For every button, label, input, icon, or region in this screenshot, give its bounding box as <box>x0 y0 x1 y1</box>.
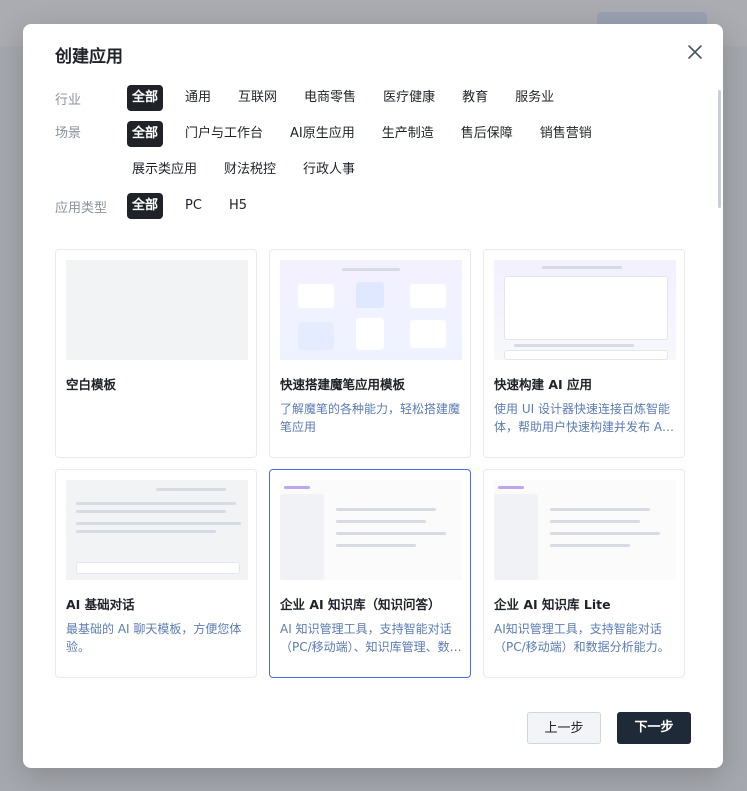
scene-filter: 场景 全部 门户与工作台 AI原生应用 生产制造 售后保障 销售营销展示类应用 财法税控 行政… <box>55 121 687 183</box>
template-thumbnail <box>494 260 676 360</box>
industry-chip-4[interactable]: 医疗健康 <box>378 85 440 111</box>
template-desc: AI 知识管理工具，支持智能对话（PC/移动端）、知识库管理、数据分析 <box>280 622 462 654</box>
scene-chip-5[interactable]: 销售营销 <box>535 121 597 147</box>
template-title: 空白模板 <box>66 377 117 392</box>
scene-chip-4[interactable]: 售后保障 <box>456 121 518 147</box>
industry-chip-5[interactable]: 教育 <box>457 85 493 111</box>
industry-chip-0[interactable]: 全部 <box>127 85 164 111</box>
industry-label: 行业 <box>55 92 82 108</box>
template-card-blank[interactable]: 空白模板 <box>55 249 257 458</box>
scene-chip-3[interactable]: 生产制造 <box>377 121 439 147</box>
app-type-filter: 应用类型 全部 PC H5 <box>55 193 269 219</box>
template-card-kb-qa[interactable]: 企业 AI 知识库（知识问答） AI 知识管理工具，支持智能对话（PC/移动端）… <box>269 469 471 678</box>
template-desc: 使用 UI 设计器快速连接百炼智能体，帮助用户快速构建并发布 AI 应用 <box>494 402 670 434</box>
template-card-mobi-quickstart[interactable]: 快速搭建魔笔应用模板 了解魔笔的各种能力，轻松搭建魔笔应用 <box>269 249 471 458</box>
template-title: AI 基础对话 <box>66 597 135 612</box>
close-icon <box>688 45 702 59</box>
scene-label: 场景 <box>55 126 82 141</box>
scene-chip-0[interactable]: 全部 <box>127 121 164 147</box>
scene-chip-7[interactable]: 财法税控 <box>219 157 281 183</box>
template-title: 企业 AI 知识库 Lite <box>494 597 611 612</box>
template-card-kb-lite[interactable]: 企业 AI 知识库 Lite AI知识管理工具，支持智能对话（PC/移动端）和数… <box>483 469 685 678</box>
template-desc: 了解魔笔的各种能力，轻松搭建魔笔应用 <box>280 402 461 434</box>
prev-step-button[interactable]: 上一步 <box>527 712 601 744</box>
template-thumbnail <box>66 480 248 580</box>
template-title: 企业 AI 知识库（知识问答） <box>280 597 441 612</box>
create-app-dialog: 创建应用 行业 全部 通用 互联网 电商零售 医疗健康 教育 服务业 场景 全部 门户与工作台… <box>23 24 723 768</box>
scene-chip-8[interactable]: 行政人事 <box>298 157 360 183</box>
industry-chip-2[interactable]: 互联网 <box>233 85 282 111</box>
template-desc: 最基础的 AI 聊天模板，方便您体验。 <box>66 622 242 654</box>
template-title: 快速搭建魔笔应用模板 <box>280 377 406 392</box>
industry-chip-6[interactable]: 服务业 <box>510 85 559 111</box>
app-type-chip-1[interactable]: PC <box>180 193 207 219</box>
scene-chip-2[interactable]: AI原生应用 <box>285 121 360 147</box>
template-thumbnail <box>494 480 676 580</box>
industry-filter: 行业 全部 通用 互联网 电商零售 医疗健康 教育 服务业 <box>55 85 576 111</box>
app-type-chip-0[interactable]: 全部 <box>127 193 164 219</box>
industry-chip-3[interactable]: 电商零售 <box>299 85 361 111</box>
next-step-button[interactable]: 下一步 <box>617 712 691 744</box>
template-card-ai-chat[interactable]: AI 基础对话 最基础的 AI 聊天模板，方便您体验。 <box>55 469 257 678</box>
scrollbar-thumb[interactable] <box>718 90 721 208</box>
template-card-ai-app[interactable]: 快速构建 AI 应用 使用 UI 设计器快速连接百炼智能体，帮助用户快速构建并发… <box>483 249 685 458</box>
scene-chip-1[interactable]: 门户与工作台 <box>180 121 268 147</box>
close-button[interactable] <box>685 42 705 62</box>
template-title: 快速构建 AI 应用 <box>494 377 593 392</box>
template-desc: AI知识管理工具，支持智能对话（PC/移动端）和数据分析能力。 <box>494 622 670 654</box>
template-thumbnail <box>280 480 462 580</box>
app-type-chip-2[interactable]: H5 <box>224 193 252 219</box>
scene-chip-6[interactable]: 展示类应用 <box>127 157 202 183</box>
template-thumbnail <box>280 260 462 360</box>
industry-chip-1[interactable]: 通用 <box>180 85 216 111</box>
dialog-title: 创建应用 <box>55 47 123 67</box>
template-thumbnail <box>66 260 248 360</box>
app-type-label: 应用类型 <box>55 200 108 216</box>
